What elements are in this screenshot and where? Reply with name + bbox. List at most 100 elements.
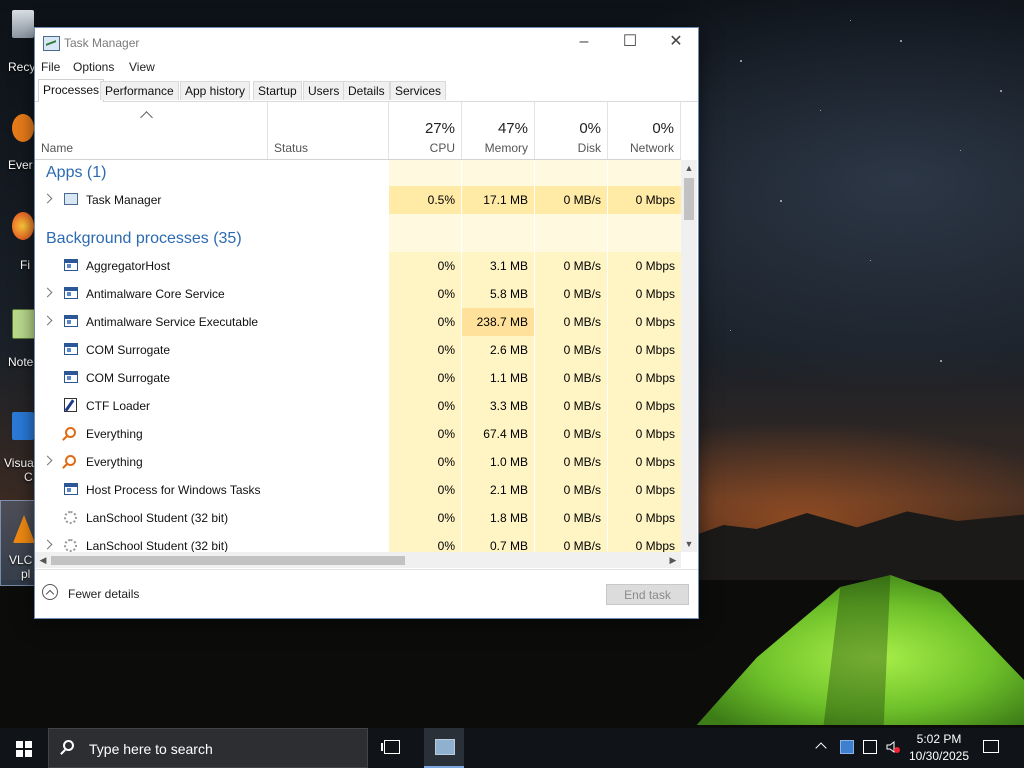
lanschool-icon bbox=[64, 511, 77, 524]
scroll-down-arrow-icon[interactable]: ▼ bbox=[681, 536, 697, 552]
tab-services[interactable]: Services bbox=[390, 81, 447, 100]
clock-date: 10/30/2025 bbox=[908, 749, 970, 763]
tab-details[interactable]: Details bbox=[343, 81, 390, 100]
horizontal-scrollbar[interactable]: ◀ ▶ bbox=[35, 552, 681, 568]
lanschool-icon bbox=[64, 539, 77, 552]
table-row[interactable]: Antimalware Core Service 0% 5.8 MB 0 MB/… bbox=[35, 280, 681, 308]
window-title: Task Manager bbox=[64, 36, 140, 50]
task-view-icon[interactable] bbox=[381, 740, 400, 754]
window-icon bbox=[64, 259, 78, 271]
everything-search-icon bbox=[65, 427, 76, 438]
window-icon bbox=[64, 315, 78, 327]
column-cpu[interactable]: 27% CPU bbox=[389, 102, 462, 159]
vlc-icon bbox=[13, 515, 35, 543]
memory-total: 47% bbox=[497, 120, 528, 137]
windows-logo-icon bbox=[16, 741, 23, 748]
firefox-icon bbox=[12, 212, 34, 240]
tab-app-history[interactable]: App history bbox=[180, 81, 251, 100]
minimize-button[interactable]: – bbox=[561, 28, 607, 58]
mountains bbox=[690, 511, 1024, 585]
network-icon[interactable] bbox=[863, 740, 877, 754]
sort-ascending-icon bbox=[140, 111, 153, 124]
cpu-total: 27% bbox=[424, 120, 455, 137]
recycle-bin-icon bbox=[12, 10, 34, 38]
desktop-icon-visual-studio[interactable]: Visua C bbox=[0, 408, 34, 498]
expand-chevron-icon[interactable] bbox=[42, 455, 53, 466]
scroll-right-arrow-icon[interactable]: ▶ bbox=[665, 552, 681, 568]
group-header-apps[interactable]: Apps (1) bbox=[35, 160, 681, 186]
clock[interactable]: 5:02 PM 10/30/2025 bbox=[906, 731, 972, 765]
search-box[interactable]: Type here to search bbox=[48, 728, 368, 768]
task-manager-icon bbox=[435, 739, 455, 755]
everything-app-icon bbox=[12, 114, 34, 142]
tab-performance[interactable]: Performance bbox=[100, 81, 179, 100]
desktop-icon-everything[interactable]: Ever bbox=[0, 108, 34, 198]
desktop-icon-firefox[interactable]: Fi bbox=[0, 208, 34, 298]
process-list: Apps (1) Task Manager 0.5% 17.1 MB 0 MB/… bbox=[35, 160, 681, 552]
table-row[interactable]: Task Manager 0.5% 17.1 MB 0 MB/s 0 Mbps bbox=[35, 186, 681, 214]
horizontal-scroll-thumb[interactable] bbox=[51, 556, 405, 565]
desktop-icon-recycle-bin[interactable]: Recy bbox=[0, 8, 35, 98]
taskbar-task-manager-button[interactable] bbox=[424, 728, 464, 768]
column-headers: Name Status 27% CPU 47% Memory 0% Disk 0… bbox=[35, 102, 681, 160]
close-button[interactable]: ✕ bbox=[653, 28, 699, 58]
column-network[interactable]: 0% Network bbox=[608, 102, 681, 159]
everything-search-icon bbox=[65, 455, 76, 466]
column-disk[interactable]: 0% Disk bbox=[535, 102, 608, 159]
network-total: 0% bbox=[652, 120, 674, 137]
disk-total: 0% bbox=[579, 120, 601, 137]
vscode-icon bbox=[12, 412, 34, 440]
desktop-icon-vlc[interactable]: VLC pl bbox=[0, 500, 36, 586]
vertical-scrollbar[interactable]: ▲ ▼ bbox=[681, 160, 697, 552]
column-name[interactable]: Name bbox=[35, 102, 268, 159]
table-row[interactable]: Host Process for Windows Tasks 0% 2.1 MB… bbox=[35, 476, 681, 504]
menu-file[interactable]: File bbox=[41, 60, 60, 74]
table-row[interactable]: Antimalware Service Executable 0% 238.7 … bbox=[35, 308, 681, 336]
expand-chevron-icon[interactable] bbox=[42, 287, 53, 298]
desktop-icon-notepad[interactable]: Note bbox=[0, 305, 36, 395]
tab-strip: Processes Performance App history Startu… bbox=[35, 79, 698, 102]
vertical-scroll-thumb[interactable] bbox=[684, 178, 694, 220]
menu-options[interactable]: Options bbox=[73, 60, 114, 74]
table-row[interactable]: LanSchool Student (32 bit) 0% 0.7 MB 0 M… bbox=[35, 532, 681, 552]
expand-chevron-icon[interactable] bbox=[42, 193, 53, 204]
task-manager-icon bbox=[43, 36, 60, 51]
task-manager-window: Task Manager – ☐ ✕ File Options View Pro… bbox=[34, 27, 699, 619]
notification-center-icon[interactable] bbox=[983, 740, 999, 753]
column-status[interactable]: Status bbox=[268, 102, 389, 159]
table-row[interactable]: COM Surrogate 0% 2.6 MB 0 MB/s 0 Mbps bbox=[35, 336, 681, 364]
start-button[interactable] bbox=[0, 728, 48, 768]
group-header-background[interactable]: Background processes (35) bbox=[35, 214, 681, 252]
tray-app-icon[interactable] bbox=[840, 740, 854, 754]
maximize-button[interactable]: ☐ bbox=[607, 28, 653, 58]
search-placeholder: Type here to search bbox=[89, 741, 213, 757]
title-bar[interactable]: Task Manager – ☐ ✕ bbox=[35, 28, 698, 58]
table-row[interactable]: Everything 0% 1.0 MB 0 MB/s 0 Mbps bbox=[35, 448, 681, 476]
clock-time: 5:02 PM bbox=[916, 732, 962, 746]
window-icon bbox=[64, 287, 78, 299]
tab-startup[interactable]: Startup bbox=[253, 81, 302, 100]
task-manager-icon bbox=[64, 193, 78, 205]
table-row[interactable]: COM Surrogate 0% 1.1 MB 0 MB/s 0 Mbps bbox=[35, 364, 681, 392]
ctf-loader-icon bbox=[64, 398, 77, 412]
table-row[interactable]: CTF Loader 0% 3.3 MB 0 MB/s 0 Mbps bbox=[35, 392, 681, 420]
scroll-up-arrow-icon[interactable]: ▲ bbox=[681, 160, 697, 176]
tab-users[interactable]: Users bbox=[303, 81, 345, 100]
table-row[interactable]: Everything 0% 67.4 MB 0 MB/s 0 Mbps bbox=[35, 420, 681, 448]
column-memory[interactable]: 47% Memory bbox=[462, 102, 535, 159]
menu-view[interactable]: View bbox=[129, 60, 155, 74]
scroll-left-arrow-icon[interactable]: ◀ bbox=[35, 552, 51, 568]
collapse-chevron-icon[interactable] bbox=[42, 584, 58, 600]
fewer-details-link[interactable]: Fewer details bbox=[68, 587, 139, 601]
show-hidden-icons-chevron-icon[interactable] bbox=[815, 742, 827, 754]
window-icon bbox=[64, 371, 78, 383]
volume-muted-icon[interactable] bbox=[886, 740, 900, 754]
notepad-icon bbox=[12, 309, 36, 339]
table-row[interactable]: LanSchool Student (32 bit) 0% 1.8 MB 0 M… bbox=[35, 504, 681, 532]
expand-chevron-icon[interactable] bbox=[42, 315, 53, 326]
expand-chevron-icon[interactable] bbox=[42, 539, 53, 550]
table-row[interactable]: AggregatorHost 0% 3.1 MB 0 MB/s 0 Mbps bbox=[35, 252, 681, 280]
tab-processes[interactable]: Processes bbox=[38, 79, 105, 102]
end-task-button[interactable]: End task bbox=[606, 584, 689, 605]
window-icon bbox=[64, 483, 78, 495]
